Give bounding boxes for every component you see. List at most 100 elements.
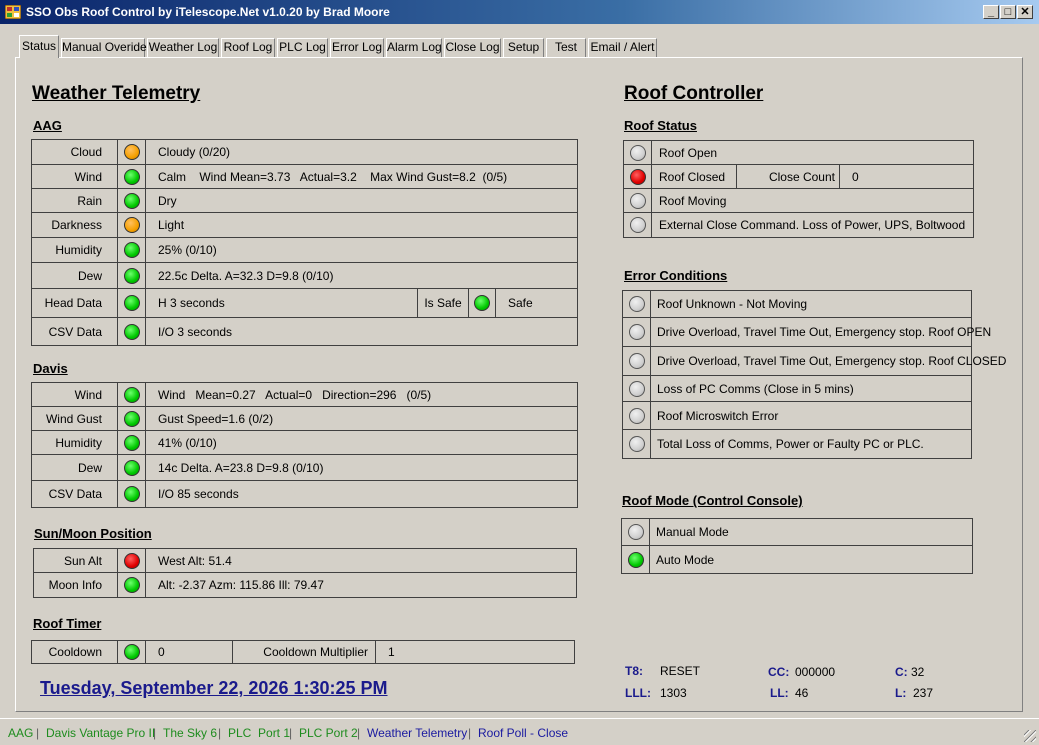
roof-status-row-moving: Roof Moving [624,189,973,213]
error-conditions-heading: Error Conditions [624,268,728,283]
row-value: Gust Speed=1.6 (0/2) [158,411,274,426]
led-cell [118,263,146,288]
led-cell [623,291,651,317]
roof-mode-heading: Roof Mode (Control Console) [622,493,803,508]
row-label: Roof Open [659,145,718,160]
lll-value: 1303 [660,686,687,700]
aag-heading: AAG [33,118,62,133]
aag-row-head-data: Head Data H 3 seconds Is Safe Safe [32,289,577,318]
aag-row-cloud: Cloud Cloudy (0/20) [32,140,577,165]
led-cell [118,641,146,663]
status-separator: | [153,726,157,740]
row-label: Sun Alt [34,549,118,572]
row-value: Wind Mean=0.27 Actual=0 Direction=296 (0… [158,387,432,402]
status-led [123,168,140,185]
status-led [123,459,140,476]
cooldown-led [123,644,140,660]
cooldown-multiplier-value: 1 [388,645,395,659]
davis-heading: Davis [33,361,68,376]
row-label: Wind Gust [32,407,118,430]
row-value: Alt: -2.37 Azm: 115.86 Ill: 79.47 [158,578,324,592]
led-cell [624,165,652,188]
status-led [123,386,140,403]
row-value: 22.5c Delta. A=32.3 D=9.8 (0/10) [158,268,334,283]
row-label: Roof Moving [659,193,727,208]
row-label: CSV Data [32,481,118,507]
led-cell [118,481,146,507]
davis-table: Wind Wind Mean=0.27 Actual=0 Direction=2… [31,382,578,508]
status-led [123,486,140,502]
status-led [627,524,644,540]
roof-status-heading: Roof Status [624,118,697,133]
davis-row-csv-data: CSV Data I/O 85 seconds [32,481,577,507]
resize-grip[interactable] [1024,730,1036,742]
current-datetime: Tuesday, September 22, 2026 1:30:25 PM [40,678,388,698]
led-cell [623,318,651,346]
aag-table: Cloud Cloudy (0/20) Wind Calm Wind Mean=… [31,139,578,346]
row-value: H 3 seconds [146,289,418,317]
row-label: Wind [32,165,118,188]
lll-label: LLL: [625,686,651,700]
cooldown-label: Cooldown [32,641,118,663]
led-cell [118,213,146,237]
status-led [123,242,140,258]
status-led [628,296,645,312]
aag-row-dew: Dew 22.5c Delta. A=32.3 D=9.8 (0/10) [32,263,577,289]
led-cell [118,407,146,430]
error-row: Total Loss of Comms, Power or Faulty PC … [623,430,971,458]
row-label: Roof Closed [652,165,737,188]
status-led [123,267,140,284]
row-label: Humidity [32,431,118,454]
row-value: 14c Delta. A=23.8 D=9.8 (0/10) [158,460,324,475]
row-value: I/O 85 seconds [158,487,239,501]
status-led [628,324,645,340]
roof-timer-table: Cooldown 0 Cooldown Multiplier 1 [31,640,575,664]
led-cell [118,455,146,480]
ll-value: 46 [795,686,809,700]
roof-timer-heading: Roof Timer [33,616,102,631]
status-weather-telemetry: Weather Telemetry [367,726,468,740]
cc-value: 000000 [795,665,836,679]
status-led [629,144,646,161]
led-cell [622,519,650,545]
row-label: Cloud [32,140,118,164]
status-led [627,551,644,568]
row-label: Auto Mode [656,552,715,567]
davis-row-wind: Wind Wind Mean=0.27 Actual=0 Direction=2… [32,383,577,407]
row-label: Drive Overload, Travel Time Out, Emergen… [657,354,1007,368]
led-cell [623,376,651,401]
row-label: Manual Mode [656,525,729,539]
roof-mode-table: Manual Mode Auto Mode [621,518,973,574]
row-value: Dry [158,193,177,208]
roof-controller-title: Roof Controller [624,83,764,104]
roof-status-row-closed: Roof Closed Close Count 0 [624,165,973,189]
error-row: Loss of PC Comms (Close in 5 mins) [623,376,971,402]
row-label: Moon Info [34,573,118,597]
l-label: L: [895,686,907,700]
cooldown-value: 0 [146,641,233,663]
status-led [123,323,140,340]
cc-label: CC: [768,665,790,679]
status-led [629,192,646,209]
status-led [123,217,140,233]
mode-row-auto: Auto Mode [622,546,972,573]
led-cell [623,402,651,429]
status-separator: | [218,726,222,740]
row-label: Total Loss of Comms, Power or Faulty PC … [657,437,924,451]
is-safe-led [474,295,490,311]
error-row: Drive Overload, Travel Time Out, Emergen… [623,347,1007,376]
led-cell [118,238,146,262]
led-cell [118,165,146,188]
roof-status-row-open: Roof Open [624,141,973,165]
led-cell [118,573,146,597]
status-led [628,436,645,452]
status-led [123,144,140,160]
error-conditions-table: Roof Unknown - Not Moving Drive Overload… [622,290,1007,459]
row-label: External Close Command. Loss of Power, U… [659,218,966,232]
led-cell [118,189,146,212]
status-led [629,168,646,185]
led-cell [118,140,146,164]
row-value: Light [158,218,185,232]
led-cell [623,347,651,375]
status-davis: Davis Vantage Pro II [46,726,156,740]
